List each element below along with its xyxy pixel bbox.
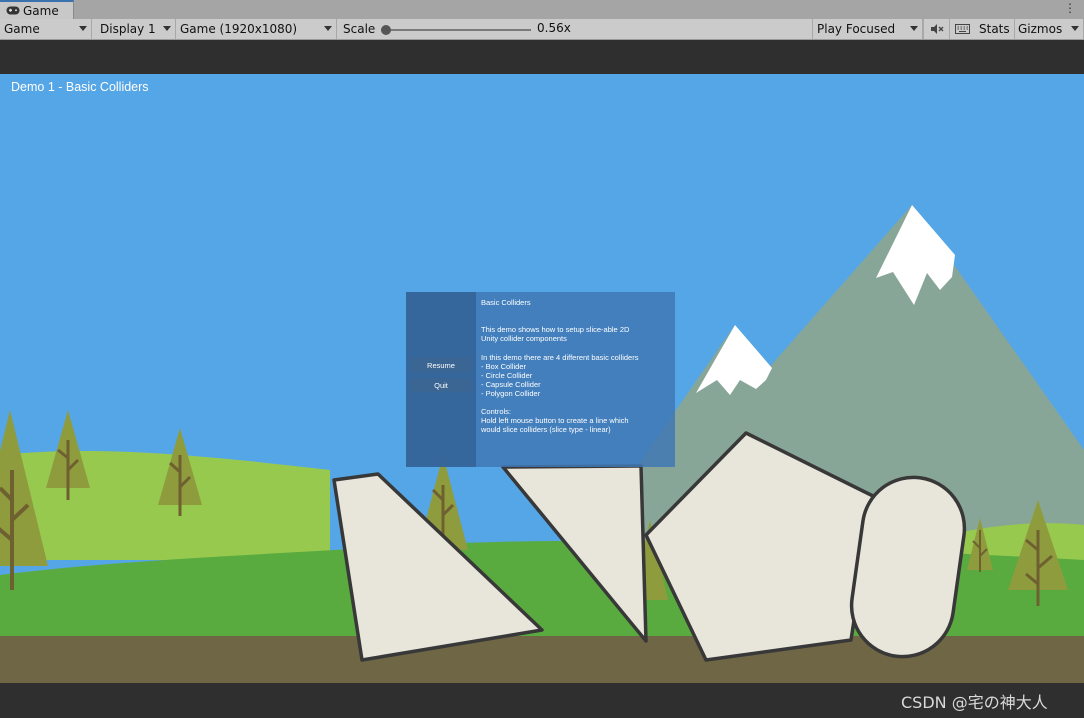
tab-game[interactable]: Game <box>0 0 74 19</box>
play-mode-dropdown[interactable]: Play Focused <box>813 19 923 39</box>
quit-button[interactable]: Quit <box>411 378 471 392</box>
mute-audio-icon <box>930 24 943 34</box>
info-intro: This demo shows how to setup slice-able … <box>481 325 630 343</box>
chevron-down-icon <box>79 26 87 31</box>
info-collider-polygon: - Polygon Collider <box>481 389 541 398</box>
stats-button[interactable]: Stats <box>975 19 1015 39</box>
display-dropdown[interactable]: Display 1 <box>92 19 176 39</box>
view-mode-label: Game <box>4 22 40 36</box>
gamepad-icon <box>6 6 20 15</box>
far-hill <box>0 450 330 560</box>
chevron-down-icon <box>324 26 332 31</box>
info-controls-heading: Controls: <box>481 407 512 416</box>
demo-title: Demo 1 - Basic Colliders <box>11 80 149 94</box>
info-collider-circle: - Circle Collider <box>481 371 533 380</box>
scale-slider-track[interactable] <box>386 29 531 31</box>
info-controls-text: Hold left mouse button to create a line … <box>481 416 629 434</box>
pause-menu-sidebar: Resume Quit <box>406 292 476 467</box>
chevron-down-icon <box>910 26 918 31</box>
keyboard-icon <box>955 24 970 34</box>
pause-menu-panel: Resume Quit Basic Colliders This demo sh… <box>406 292 675 467</box>
watermark: CSDN @宅の神大人 <box>901 693 1048 712</box>
gizmos-label: Gizmos <box>1018 22 1063 36</box>
play-mode-label: Play Focused <box>817 22 896 36</box>
resume-button[interactable]: Resume <box>411 358 471 372</box>
resolution-dropdown[interactable]: Game (1920x1080) <box>176 19 337 39</box>
mute-audio-button[interactable] <box>923 19 949 39</box>
keyboard-shortcuts-button[interactable] <box>949 19 975 39</box>
editor-tab-bar: Game ⋮ <box>0 0 1084 19</box>
stats-label: Stats <box>979 22 1010 36</box>
chevron-down-icon <box>1071 26 1079 31</box>
scale-label: Scale <box>343 22 376 36</box>
info-heading: Basic Colliders <box>481 298 531 307</box>
window-menu-icon[interactable]: ⋮ <box>1064 1 1076 15</box>
resolution-label: Game (1920x1080) <box>180 22 298 36</box>
gizmos-dropdown[interactable]: Gizmos <box>1015 19 1084 39</box>
display-label: Display 1 <box>100 22 156 36</box>
tab-game-label: Game <box>23 3 59 18</box>
scale-slider-handle[interactable] <box>381 25 391 35</box>
info-collider-box: - Box Collider <box>481 362 527 371</box>
scale-value: 0.56x <box>537 21 571 35</box>
view-mode-dropdown[interactable]: Game <box>0 19 92 39</box>
chevron-down-icon <box>163 26 171 31</box>
letterbox-top <box>0 40 1084 74</box>
info-list-intro: In this demo there are 4 different basic… <box>481 353 639 362</box>
info-collider-capsule: - Capsule Collider <box>481 380 541 389</box>
